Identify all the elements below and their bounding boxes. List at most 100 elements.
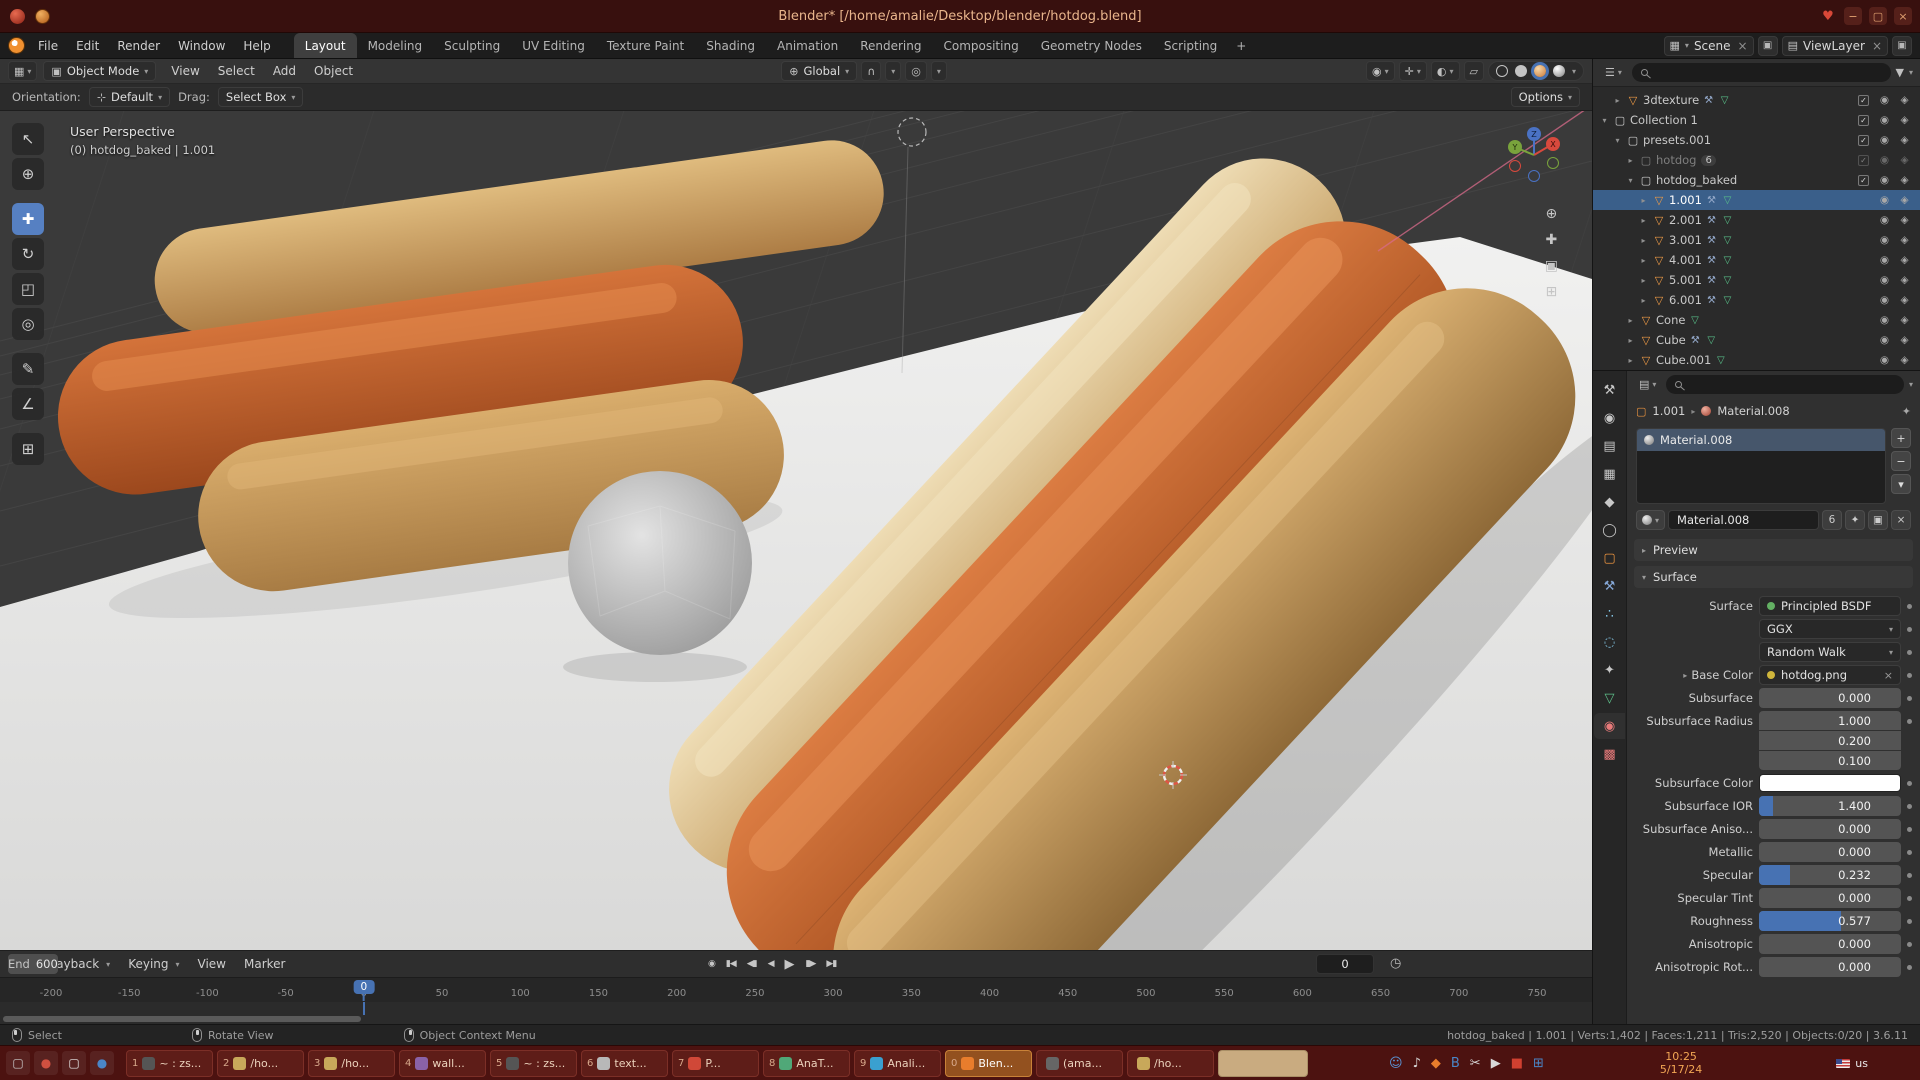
- autokey-toggle-button[interactable]: ◉: [704, 956, 719, 972]
- timeline-menu-view[interactable]: View: [189, 957, 235, 971]
- shading-rendered-button[interactable]: [1553, 65, 1565, 77]
- keyframe-dot[interactable]: [1907, 827, 1912, 832]
- outliner-row-6-001[interactable]: ▸▽6.001⚒▽◉◈: [1593, 290, 1920, 310]
- prev-frame-button[interactable]: ◀: [764, 956, 778, 972]
- tab-constraints[interactable]: ✦: [1594, 657, 1625, 683]
- workspace-tab-texture-paint[interactable]: Texture Paint: [596, 33, 695, 58]
- keyframe-dot[interactable]: [1907, 627, 1912, 632]
- keyframe-dot[interactable]: [1907, 604, 1912, 609]
- outliner-row-cube-001[interactable]: ▸▽Cube.001▽◉◈: [1593, 350, 1920, 370]
- viewlayer-selector[interactable]: ▤ ViewLayer ×: [1782, 36, 1888, 56]
- tab-world[interactable]: ◯: [1594, 517, 1625, 543]
- eye-icon[interactable]: ◉: [1876, 94, 1893, 106]
- slider-subsurface-radius-0[interactable]: 1.000: [1759, 711, 1901, 730]
- keyframe-dot[interactable]: [1907, 804, 1912, 809]
- camera-icon[interactable]: ◈: [1896, 134, 1913, 146]
- properties-search-input[interactable]: [1666, 375, 1904, 394]
- taskbar-window-ho[interactable]: 2/ho...: [217, 1050, 304, 1077]
- properties-filter-dropdown[interactable]: ▾: [1909, 380, 1913, 389]
- keyframe-dot[interactable]: [1907, 696, 1912, 701]
- camera-icon[interactable]: ◈: [1896, 114, 1913, 126]
- tab-view-layer[interactable]: ▦: [1594, 461, 1625, 487]
- workspace-tab-uv-editing[interactable]: UV Editing: [511, 33, 596, 58]
- camera-icon[interactable]: ◈: [1896, 294, 1913, 306]
- workspace-tab-shading[interactable]: Shading: [695, 33, 766, 58]
- outliner-row-4-001[interactable]: ▸▽4.001⚒▽◉◈: [1593, 250, 1920, 270]
- shading-material-button[interactable]: [1534, 65, 1546, 77]
- viewport-menu-view[interactable]: View: [162, 64, 208, 78]
- properties-editor-type-button[interactable]: ▤▾: [1634, 375, 1661, 395]
- shading-wireframe-button[interactable]: [1496, 65, 1508, 77]
- eye-icon[interactable]: ◉: [1876, 354, 1893, 366]
- wrench-icon[interactable]: ⚒: [1705, 235, 1718, 246]
- eye-icon[interactable]: ◉: [1876, 174, 1893, 186]
- taskbar-window-blen[interactable]: 0Blen...: [945, 1050, 1032, 1077]
- scene-selector[interactable]: ▦ ▾ Scene ×: [1664, 36, 1754, 56]
- tab-material[interactable]: ◉: [1594, 713, 1625, 739]
- menu-edit[interactable]: Edit: [67, 33, 108, 58]
- unlink-scene-icon[interactable]: ×: [1738, 39, 1748, 53]
- viewport-menu-add[interactable]: Add: [264, 64, 305, 78]
- overlays-toggle[interactable]: ◐▾: [1431, 61, 1460, 81]
- expand-toggle[interactable]: ▸: [1625, 316, 1636, 325]
- outliner-row-hotdog[interactable]: ▸▢hotdog6✓◉◈: [1593, 150, 1920, 170]
- tool-measure[interactable]: ∠: [12, 388, 44, 420]
- dropdown-random-walk[interactable]: Random Walk▾: [1759, 642, 1901, 662]
- timeline-scrollbar[interactable]: [3, 1016, 361, 1022]
- slider-roughness[interactable]: 0.577: [1759, 911, 1901, 931]
- expand-toggle[interactable]: ▾: [1599, 116, 1610, 125]
- material-name-field[interactable]: Material.008: [1668, 510, 1819, 530]
- dropdown-ggx[interactable]: GGX▾: [1759, 619, 1901, 639]
- eye-icon[interactable]: ◉: [1876, 274, 1893, 286]
- menu-render[interactable]: Render: [108, 33, 169, 58]
- camera-icon[interactable]: ◈: [1896, 254, 1913, 266]
- slider-subsurface-aniso[interactable]: 0.000: [1759, 819, 1901, 839]
- wrench-icon[interactable]: ⚒: [1702, 95, 1715, 106]
- eye-icon[interactable]: ◉: [1876, 154, 1893, 166]
- tool-transform[interactable]: ◎: [12, 308, 44, 340]
- eye-icon[interactable]: ◉: [1876, 294, 1893, 306]
- unlink-material-button[interactable]: ×: [1891, 510, 1911, 530]
- taskbar-window-ho[interactable]: /ho...: [1127, 1050, 1214, 1077]
- close-button[interactable]: ×: [1894, 7, 1912, 25]
- taskbar-window-anali[interactable]: 9Anali...: [854, 1050, 941, 1077]
- frame-end-field[interactable]: End600: [8, 954, 58, 974]
- taskbar-window-p[interactable]: 7P...: [672, 1050, 759, 1077]
- expand-toggle[interactable]: ▸: [1638, 236, 1649, 245]
- new-material-button[interactable]: ▣: [1868, 510, 1888, 530]
- eye-icon[interactable]: ◉: [1876, 234, 1893, 246]
- expand-toggle[interactable]: ▸: [1638, 256, 1649, 265]
- outliner-row-2-001[interactable]: ▸▽2.001⚒▽◉◈: [1593, 210, 1920, 230]
- expand-toggle[interactable]: ▸: [1625, 356, 1636, 365]
- tab-output[interactable]: ▤: [1594, 433, 1625, 459]
- tool-select-box[interactable]: ↖: [12, 123, 44, 155]
- viewport-menu-select[interactable]: Select: [209, 64, 264, 78]
- playhead-line[interactable]: [363, 1002, 365, 1015]
- keyframe-dot[interactable]: [1907, 965, 1912, 970]
- slider-subsurface-radius-2[interactable]: 0.100: [1759, 751, 1901, 770]
- drag-setting-dropdown[interactable]: Select Box▾: [218, 87, 304, 107]
- navigation-gizmo[interactable]: Z X Y: [1506, 125, 1562, 183]
- tray-bluetooth-icon[interactable]: B: [1451, 1057, 1460, 1070]
- tray-user-icon[interactable]: ☺: [1389, 1057, 1403, 1070]
- gizmos-toggle[interactable]: ✛▾: [1399, 61, 1427, 81]
- fake-user-icon[interactable]: ✦: [1845, 510, 1865, 530]
- tab-particles[interactable]: ∴: [1594, 601, 1625, 627]
- workspace-tab-animation[interactable]: Animation: [766, 33, 849, 58]
- checkbox-icon[interactable]: ✓: [1858, 115, 1869, 126]
- expand-toggle[interactable]: ▸: [1638, 216, 1649, 225]
- browse-material-button[interactable]: ▾: [1636, 510, 1665, 530]
- new-viewlayer-button[interactable]: ▣: [1892, 36, 1912, 56]
- proportional-dropdown[interactable]: ▾: [931, 61, 947, 81]
- menu-help[interactable]: Help: [234, 33, 279, 58]
- taskbar-window-wall[interactable]: 4wall...: [399, 1050, 486, 1077]
- dropdown-principled-bsdf[interactable]: Principled BSDF: [1759, 596, 1901, 616]
- slider-specular-tint[interactable]: 0.000: [1759, 888, 1901, 908]
- outliner-search-input[interactable]: [1632, 63, 1891, 82]
- workspace-tab-scripting[interactable]: Scripting: [1153, 33, 1228, 58]
- workspace-tab-rendering[interactable]: Rendering: [849, 33, 932, 58]
- clear-icon[interactable]: ×: [1884, 669, 1893, 682]
- menu-file[interactable]: File: [29, 33, 67, 58]
- use-preview-range-icon[interactable]: ◷: [1390, 956, 1401, 971]
- material-slot-item[interactable]: Material.008: [1637, 429, 1885, 451]
